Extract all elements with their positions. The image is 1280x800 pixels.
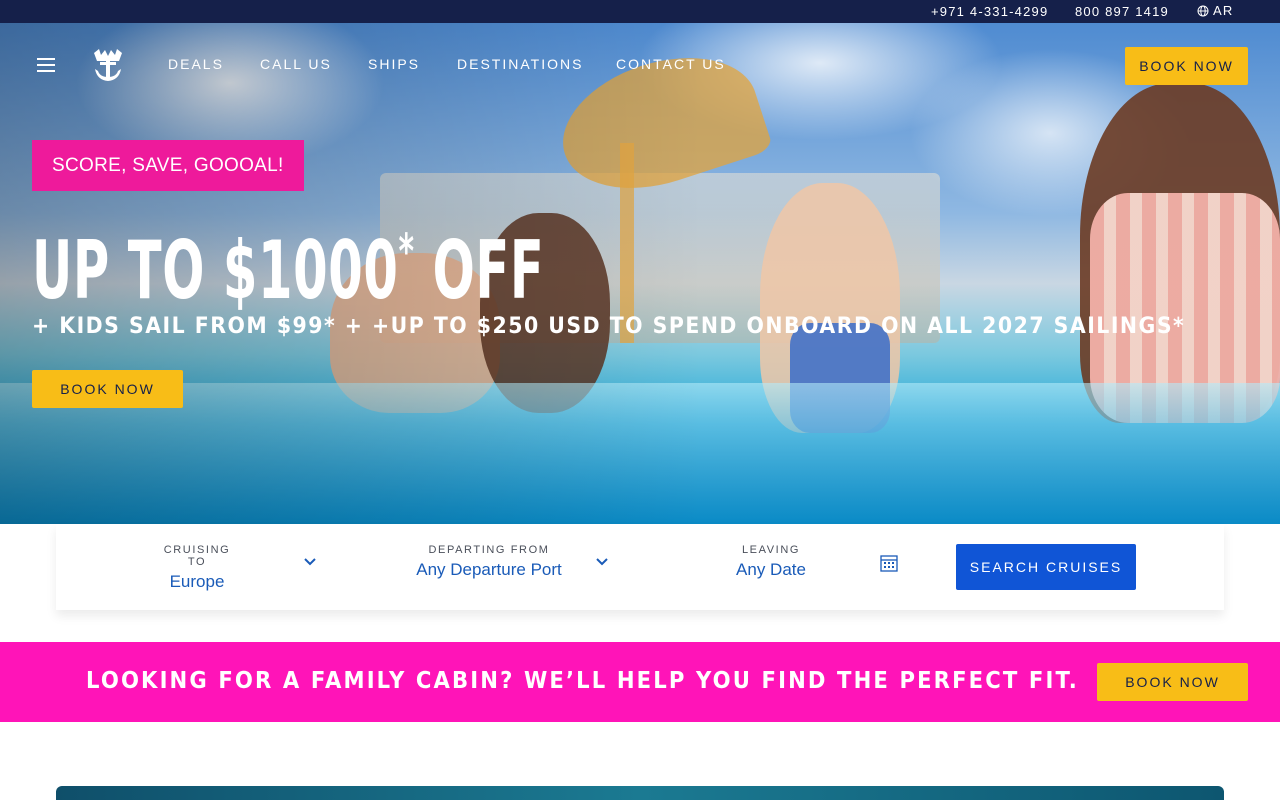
departing-from-select[interactable]: DEPARTING FROM Any Departure Port	[402, 544, 576, 580]
leaving-value: Any Date	[736, 560, 806, 579]
hero-headline: UP TO $1000* OFF	[32, 204, 544, 319]
language-switcher[interactable]: AR	[1197, 3, 1233, 18]
headline-text: UP TO $1000	[32, 224, 399, 317]
crown-anchor-logo-icon[interactable]	[91, 47, 125, 83]
nav-link-call-us[interactable]: CALL US	[260, 56, 332, 72]
nav-link-deals[interactable]: DEALS	[168, 56, 224, 72]
globe-icon	[1197, 5, 1209, 16]
family-cabin-text: LOOKING FOR A FAMILY CABIN? WE’LL HELP Y…	[86, 668, 1079, 694]
hero-subline: + KIDS SAIL FROM $99* + +UP TO $250 USD …	[32, 314, 1186, 339]
language-label: AR	[1213, 3, 1234, 18]
hamburger-menu-icon[interactable]	[37, 58, 55, 73]
nav-link-contact-us[interactable]: CONTACT US	[616, 56, 726, 72]
headline-suffix: OFF	[414, 224, 545, 317]
phone-number-uae[interactable]: +971 4-331-4299	[931, 4, 1048, 19]
cruising-to-label: CRUISING TO	[163, 544, 231, 568]
hero-book-now-button[interactable]: BOOK NOW	[32, 370, 183, 408]
search-cruises-button[interactable]: SEARCH CRUISES	[956, 544, 1136, 590]
ocean-feature-card	[56, 786, 1224, 800]
header-book-now-button[interactable]: BOOK NOW	[1125, 47, 1248, 85]
cruising-to-value: Europe	[169, 572, 225, 591]
calendar-icon[interactable]	[880, 554, 898, 572]
top-utility-bar: +971 4-331-4299 800 897 1419 AR	[0, 0, 1280, 23]
main-nav: DEALS CALL US SHIPS DESTINATIONS CONTACT…	[0, 23, 1280, 107]
leaving-label: LEAVING	[741, 544, 801, 556]
promo-badge: SCORE, SAVE, GOOOAL!	[32, 140, 304, 191]
promo-book-now-button[interactable]: BOOK NOW	[1097, 663, 1248, 701]
nav-link-ships[interactable]: SHIPS	[368, 56, 420, 72]
family-cabin-banner: LOOKING FOR A FAMILY CABIN? WE’LL HELP Y…	[0, 642, 1280, 722]
cruising-to-select[interactable]: CRUISING TO Europe	[154, 544, 240, 592]
chevron-down-icon[interactable]	[303, 557, 317, 567]
leaving-date-picker[interactable]: LEAVING Any Date	[731, 544, 811, 580]
cruise-search-bar: CRUISING TO Europe DEPARTING FROM Any De…	[56, 524, 1224, 610]
departing-from-label: DEPARTING FROM	[428, 544, 550, 556]
headline-asterisk: *	[398, 224, 415, 280]
nav-link-destinations[interactable]: DESTINATIONS	[457, 56, 583, 72]
departing-from-value: Any Departure Port	[416, 560, 562, 579]
phone-number-tollfree[interactable]: 800 897 1419	[1075, 4, 1169, 19]
chevron-down-icon[interactable]	[595, 557, 609, 567]
